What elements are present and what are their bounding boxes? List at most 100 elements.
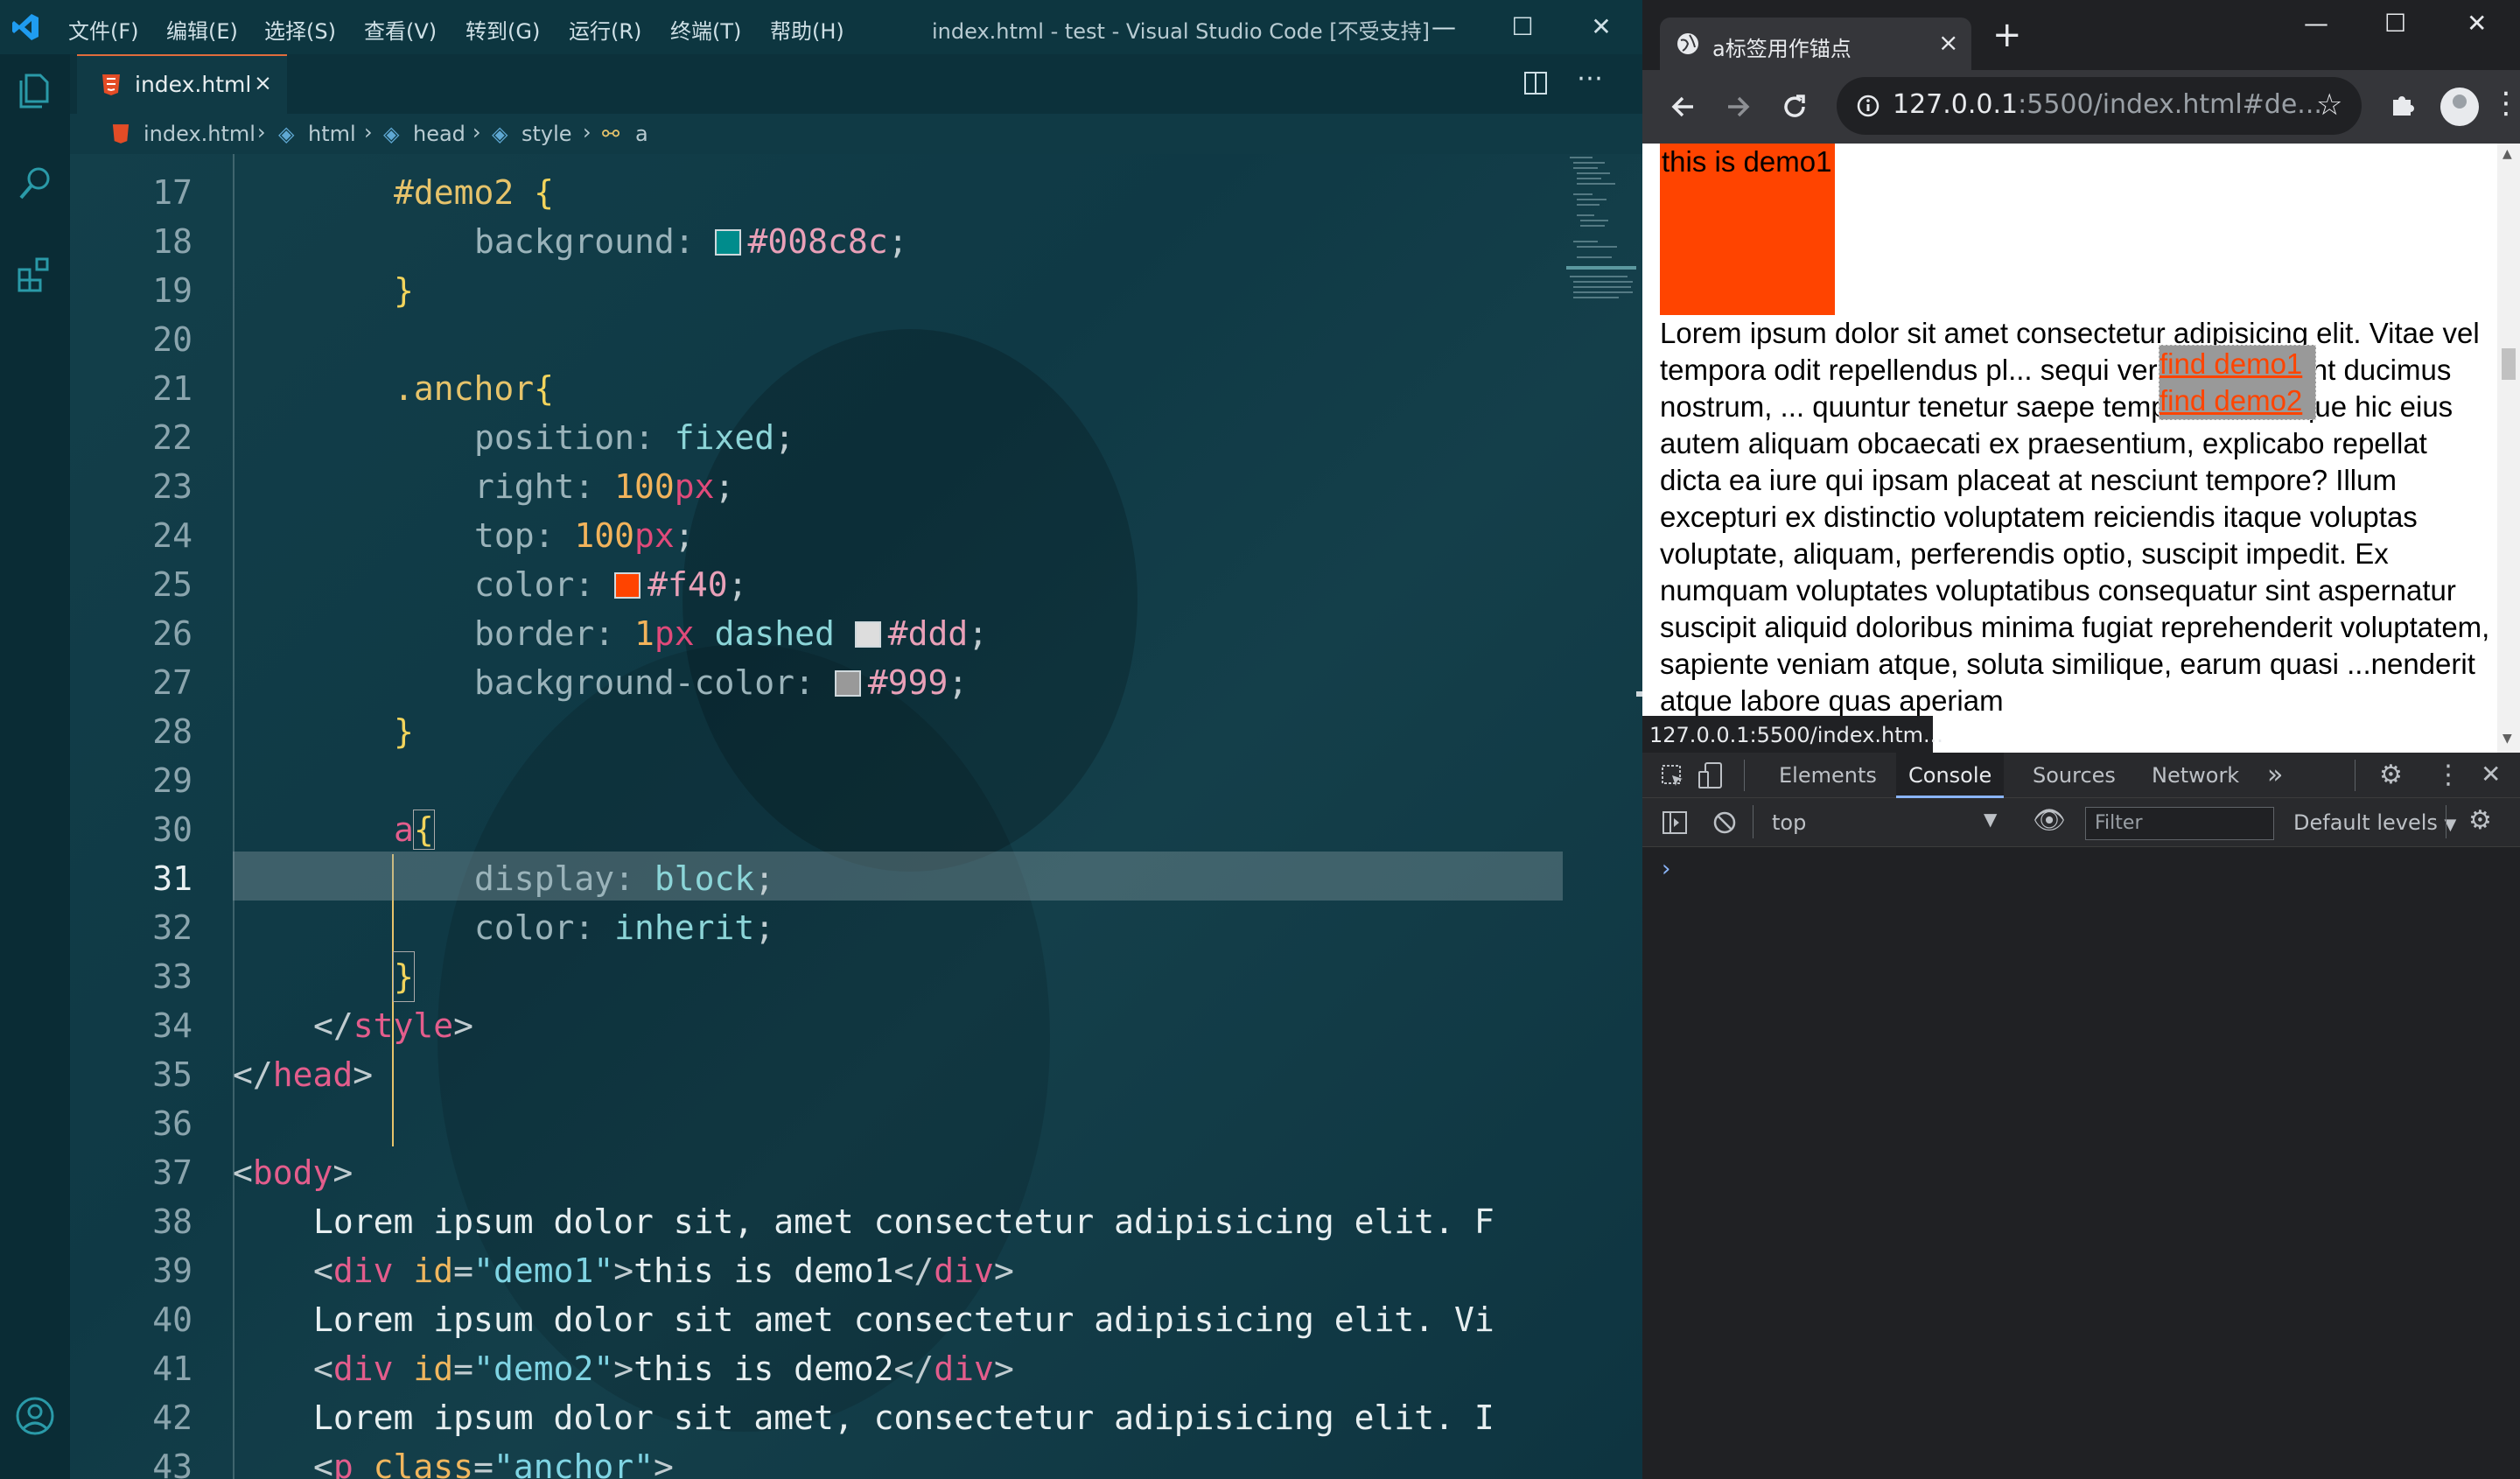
scrollbar-thumb[interactable] bbox=[2502, 348, 2516, 380]
info-icon[interactable] bbox=[1856, 94, 1880, 118]
menu-view[interactable]: 查看(V) bbox=[364, 14, 437, 45]
search-icon[interactable] bbox=[12, 161, 58, 207]
breadcrumb-a[interactable]: a bbox=[635, 122, 648, 146]
color-swatch[interactable] bbox=[714, 229, 741, 256]
tab-network[interactable]: Network bbox=[2139, 753, 2251, 798]
account-icon[interactable] bbox=[12, 1393, 58, 1439]
vertical-scrollbar[interactable]: ▲ ▼ bbox=[2497, 144, 2520, 753]
sash[interactable] bbox=[1636, 691, 1642, 697]
css-property: color: bbox=[474, 908, 615, 947]
maximize-button[interactable]: ☐ bbox=[2384, 9, 2406, 38]
tab-elements[interactable]: Elements bbox=[1767, 753, 1889, 798]
link-find-demo1[interactable]: find demo1 bbox=[2160, 346, 2315, 382]
extensions-puzzle-icon[interactable] bbox=[2388, 91, 2418, 121]
link-find-demo2[interactable]: find demo2 bbox=[2160, 382, 2315, 419]
css-property: top: bbox=[474, 516, 575, 555]
code-line: a{ bbox=[394, 805, 435, 854]
sidebar-toggle-icon[interactable] bbox=[1662, 810, 1688, 835]
breadcrumb-style[interactable]: style bbox=[522, 122, 572, 146]
avatar[interactable] bbox=[2440, 88, 2479, 126]
code-line: background: #008c8c; bbox=[474, 217, 908, 266]
line-number: 42 bbox=[152, 1398, 192, 1437]
menu-go[interactable]: 转到(G) bbox=[466, 14, 540, 45]
tab-index-html[interactable]: index.html × bbox=[77, 54, 287, 114]
menu-help[interactable]: 帮助(H) bbox=[770, 14, 844, 45]
menu-kebab-icon[interactable]: ⋮ bbox=[2491, 86, 2520, 121]
device-toolbar-icon[interactable] bbox=[1697, 761, 1725, 791]
clear-console-icon[interactable] bbox=[1712, 810, 1737, 835]
css-color-value: #ddd bbox=[887, 614, 969, 653]
chrome-window: a标签用作锚点 × + — ☐ ✕ 127.0.0.1:5500/index.h… bbox=[1642, 0, 2520, 1479]
menu-file[interactable]: 文件(F) bbox=[68, 14, 139, 45]
minimize-button[interactable]: — bbox=[2304, 9, 2328, 38]
eye-icon[interactable]: 👁 bbox=[2033, 805, 2066, 836]
tab-label: index.html bbox=[135, 72, 252, 97]
extensions-icon[interactable] bbox=[12, 252, 58, 298]
css-semicolon: ; bbox=[887, 222, 908, 261]
reload-icon[interactable] bbox=[1779, 91, 1810, 123]
breadcrumb: index.html › ◈ html › ◈ head › ◈ style ›… bbox=[70, 114, 1642, 154]
address-bar[interactable]: 127.0.0.1:5500/index.html#de... ☆ bbox=[1837, 77, 2362, 135]
split-editor-icon[interactable] bbox=[1522, 70, 1549, 96]
tab-close-icon[interactable]: × bbox=[1938, 28, 1958, 57]
log-levels-dropdown[interactable]: Default levels ▼ bbox=[2293, 810, 2456, 835]
html-attribute: id bbox=[393, 1251, 454, 1290]
filter-input[interactable]: Filter bbox=[2085, 807, 2274, 840]
more-actions-icon[interactable]: ⋯ bbox=[1577, 63, 1603, 94]
chevron-down-icon[interactable]: ▼ bbox=[1984, 809, 1997, 830]
html-equals: = bbox=[453, 1251, 474, 1290]
line-number: 39 bbox=[152, 1251, 192, 1290]
css-semicolon: ; bbox=[754, 908, 775, 947]
explorer-icon[interactable] bbox=[12, 68, 58, 114]
scroll-up-icon[interactable]: ▲ bbox=[2502, 147, 2512, 161]
chevron-right-icon: › bbox=[364, 120, 373, 144]
tab-sources[interactable]: Sources bbox=[2020, 753, 2128, 798]
minimize-button[interactable]: — bbox=[1418, 5, 1470, 49]
more-tabs-icon[interactable]: » bbox=[2255, 753, 2295, 798]
breadcrumb-file[interactable]: index.html bbox=[144, 122, 256, 146]
code-editor[interactable]: 17 18 19 20 21 22 23 24 25 26 27 28 29 3… bbox=[70, 154, 1642, 1479]
code-line: Lorem ipsum dolor sit, amet consectetur … bbox=[313, 1202, 1494, 1241]
menu-terminal[interactable]: 终端(T) bbox=[670, 14, 741, 45]
close-window-button[interactable]: ✕ bbox=[1575, 5, 1628, 49]
color-swatch[interactable] bbox=[854, 621, 881, 648]
console-settings-gear-icon[interactable]: ⚙ bbox=[2468, 805, 2492, 836]
star-icon[interactable]: ☆ bbox=[2316, 88, 2342, 123]
tab-close-icon[interactable]: × bbox=[254, 70, 272, 95]
inspect-element-icon[interactable] bbox=[1660, 763, 1686, 789]
html-string: "anchor" bbox=[493, 1447, 654, 1479]
html-tag: body bbox=[252, 1153, 333, 1192]
close-devtools-icon[interactable]: ✕ bbox=[2481, 760, 2501, 789]
forward-arrow-icon[interactable] bbox=[1723, 91, 1754, 123]
menu-edit[interactable]: 编辑(E) bbox=[166, 14, 238, 45]
new-tab-button[interactable]: + bbox=[1992, 18, 2022, 53]
html5-icon bbox=[102, 74, 120, 95]
console-prompt[interactable]: › bbox=[1662, 856, 1670, 882]
css-selector: .anchor bbox=[394, 369, 535, 408]
css-property: display: bbox=[474, 859, 654, 898]
code-line: </style> bbox=[313, 1001, 473, 1050]
color-swatch[interactable] bbox=[614, 572, 641, 599]
menu-selection[interactable]: 选择(S) bbox=[264, 14, 336, 45]
css-brace: { bbox=[514, 173, 555, 212]
menu-run[interactable]: 运行(R) bbox=[569, 14, 641, 45]
context-selector[interactable]: top bbox=[1772, 810, 1806, 835]
devtools-menu-icon[interactable]: ⋮ bbox=[2435, 760, 2461, 790]
color-swatch[interactable] bbox=[834, 670, 861, 697]
lorem-paragraph: Lorem ipsum dolor sit amet consectetur a… bbox=[1660, 317, 2490, 717]
minimap[interactable] bbox=[1566, 154, 1636, 417]
back-arrow-icon[interactable] bbox=[1667, 91, 1698, 123]
html-string: "demo1" bbox=[473, 1251, 614, 1290]
settings-gear-icon[interactable]: ⚙ bbox=[2379, 760, 2403, 790]
scroll-down-icon[interactable]: ▼ bbox=[2502, 732, 2512, 746]
tab-console[interactable]: Console bbox=[1896, 753, 2005, 798]
maximize-button[interactable]: ☐ bbox=[1496, 5, 1549, 49]
activity-bar bbox=[0, 54, 70, 1479]
browser-tab[interactable]: a标签用作锚点 × bbox=[1660, 18, 1971, 70]
log-levels-label: Default levels bbox=[2293, 810, 2438, 835]
close-window-button[interactable]: ✕ bbox=[2467, 9, 2487, 38]
html-bracket: </ bbox=[893, 1251, 934, 1290]
line-number: 40 bbox=[152, 1300, 192, 1339]
breadcrumb-head[interactable]: head bbox=[413, 122, 466, 146]
breadcrumb-html[interactable]: html bbox=[308, 122, 356, 146]
